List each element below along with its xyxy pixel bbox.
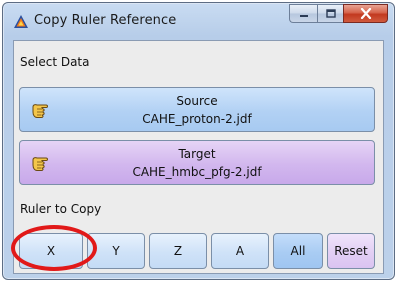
window-title: Copy Ruler Reference <box>34 13 177 28</box>
dialog-content: Select Data Source CAHE_proton-2.jdf Tar… <box>13 40 384 274</box>
minimize-icon <box>299 14 308 17</box>
target-button[interactable]: Target CAHE_hmbc_pfg-2.jdf <box>19 140 375 185</box>
ruler-x-button[interactable]: X <box>19 233 83 269</box>
select-data-label: Select Data <box>20 55 90 69</box>
target-filename: CAHE_hmbc_pfg-2.jdf <box>132 165 262 179</box>
maximize-button[interactable] <box>317 4 343 23</box>
dialog-window: Copy Ruler Reference Select Data Source … <box>2 2 395 280</box>
close-button[interactable] <box>343 4 388 23</box>
ruler-a-button[interactable]: A <box>211 233 269 269</box>
source-button[interactable]: Source CAHE_proton-2.jdf <box>19 87 375 132</box>
ruler-to-copy-label: Ruler to Copy <box>20 202 102 216</box>
reset-button[interactable]: Reset <box>327 233 375 269</box>
source-filename: CAHE_proton-2.jdf <box>142 112 252 126</box>
close-icon <box>360 8 371 19</box>
app-logo-icon <box>14 15 28 28</box>
ruler-button-row: X Y Z A All Reset <box>19 233 375 269</box>
maximize-icon <box>325 8 336 18</box>
caption-buttons <box>289 4 388 24</box>
title-bar[interactable]: Copy Ruler Reference <box>3 3 394 39</box>
target-title: Target <box>178 147 216 161</box>
ruler-y-button[interactable]: Y <box>87 233 145 269</box>
ruler-all-button[interactable]: All <box>273 233 323 269</box>
minimize-button[interactable] <box>289 4 317 23</box>
ruler-z-button[interactable]: Z <box>149 233 207 269</box>
source-title: Source <box>176 94 218 108</box>
